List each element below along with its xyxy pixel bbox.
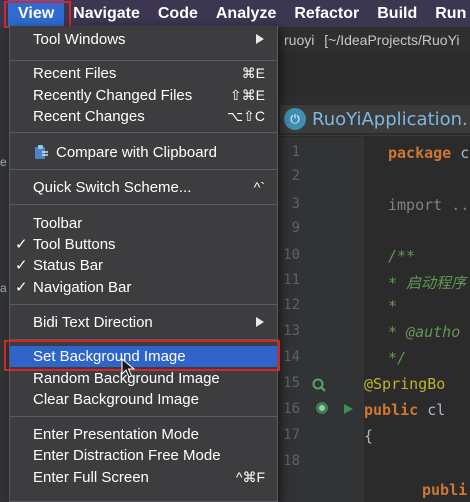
menu-item-bidi-text-direction[interactable]: Bidi Text Direction: [10, 312, 277, 333]
clipboard-compare-icon: [35, 145, 48, 159]
menu-run[interactable]: Run: [426, 0, 470, 27]
line-number: 12: [283, 297, 300, 313]
menu-item-navigation-bar[interactable]: ✓ Navigation Bar: [10, 277, 277, 298]
editor-tab[interactable]: ⏻ RuoYiApplication.: [280, 105, 470, 133]
menu-item-enter-full-screen[interactable]: Enter Full Screen ^⌘F: [10, 467, 277, 488]
menu-item-tool-windows[interactable]: Tool Windows: [10, 29, 277, 50]
line-number: 15: [283, 375, 300, 391]
shortcut-label: ⇧⌘E: [229, 87, 265, 103]
mouse-pointer-icon: [121, 358, 135, 378]
menu-code[interactable]: Code: [149, 0, 207, 27]
menu-item-quick-switch-scheme[interactable]: Quick Switch Scheme... ^`: [10, 177, 277, 198]
menu-separator: [10, 416, 277, 417]
code-area[interactable]: package c import ... /** * 启动程序 * * @aut…: [364, 137, 470, 502]
submenu-arrow-icon: [256, 34, 264, 44]
code-line: * @autho: [388, 323, 461, 341]
menu-item-tool-buttons[interactable]: ✓ Tool Buttons: [10, 234, 277, 255]
code-line: import ...: [388, 196, 470, 214]
editor-tab-label: RuoYiApplication.: [312, 108, 468, 130]
project-path: [~/IdeaProjects/RuoYi: [324, 32, 460, 48]
submenu-arrow-icon: [256, 317, 264, 327]
code-line: publi: [422, 481, 468, 499]
line-number: 2: [291, 168, 300, 184]
left-panel-fragment: a: [0, 281, 7, 295]
menu-separator: [10, 169, 277, 170]
line-number: 9: [291, 220, 300, 236]
line-number: 14: [283, 349, 300, 365]
code-line: */: [388, 349, 407, 367]
editor-gutter: 1 2 3 9 10 11 12 13 14 15 16 17 18: [276, 137, 388, 502]
menu-item-random-background-image[interactable]: Random Background Image: [10, 368, 277, 389]
menu-bar: View Navigate Code Analyze Refactor Buil…: [0, 0, 470, 27]
spring-class-icon: ⏻: [284, 108, 306, 130]
line-number: 11: [283, 272, 300, 288]
spring-run-icon[interactable]: [314, 399, 332, 417]
view-menu-dropdown: Tool Windows Recent Files ⌘E Recently Ch…: [9, 26, 278, 502]
menu-item-compare-with-clipboard[interactable]: Compare with Clipboard: [10, 142, 277, 163]
menu-item-recently-changed-files[interactable]: Recently Changed Files ⇧⌘E: [10, 85, 277, 106]
line-number: 3: [291, 196, 300, 212]
code-line: @SpringBo: [364, 375, 446, 393]
code-line: package c: [388, 144, 470, 162]
shortcut-label: ⌥⇧C: [227, 108, 265, 124]
menu-item-set-background-image[interactable]: Set Background Image: [10, 346, 277, 367]
menu-separator: [10, 132, 277, 133]
line-number: 10: [283, 247, 300, 263]
project-name[interactable]: ruoyi: [284, 32, 314, 48]
menu-item-status-bar[interactable]: ✓ Status Bar: [10, 255, 277, 276]
menu-separator: [10, 204, 277, 205]
left-panel-fragment: e: [0, 155, 7, 169]
menu-item-recent-changes[interactable]: Recent Changes ⌥⇧C: [10, 106, 277, 127]
menu-item-recent-files[interactable]: Recent Files ⌘E: [10, 63, 277, 84]
menu-analyze[interactable]: Analyze: [207, 0, 285, 27]
line-number: 18: [283, 453, 300, 469]
editor-tab-bar: ⏻ RuoYiApplication.: [250, 96, 470, 136]
shortcut-label: ^`: [253, 179, 265, 195]
shortcut-label: ^⌘F: [235, 469, 265, 485]
checkmark-icon: ✓: [15, 279, 28, 296]
menu-item-enter-distraction-free-mode[interactable]: Enter Distraction Free Mode: [10, 445, 277, 466]
checkmark-icon: ✓: [15, 236, 28, 253]
checkmark-icon: ✓: [15, 257, 28, 274]
menu-item-clear-background-image[interactable]: Clear Background Image: [10, 389, 277, 410]
menu-view[interactable]: View: [8, 0, 65, 27]
code-line: public cl: [364, 401, 446, 419]
code-line: /**: [388, 247, 416, 265]
line-number: 13: [283, 323, 300, 339]
code-line: *: [388, 297, 398, 315]
menu-navigate[interactable]: Navigate: [64, 0, 149, 27]
menu-separator: [10, 60, 277, 61]
line-number: 1: [291, 144, 300, 160]
spring-bean-icon[interactable]: [312, 378, 326, 392]
line-number: 17: [283, 427, 300, 443]
line-number: 16: [283, 401, 300, 417]
menu-separator: [10, 339, 277, 340]
code-line: * 启动程序: [388, 274, 467, 292]
menu-build[interactable]: Build: [368, 0, 426, 27]
shortcut-label: ⌘E: [241, 65, 265, 81]
menu-refactor[interactable]: Refactor: [285, 0, 368, 27]
run-arrow-icon[interactable]: [342, 403, 354, 415]
menu-separator: [10, 304, 277, 305]
navigation-bar: ruoyi [~/IdeaProjects/RuoYi: [250, 27, 470, 53]
code-line: {: [364, 427, 374, 445]
menu-item-enter-presentation-mode[interactable]: Enter Presentation Mode: [10, 424, 277, 445]
menu-item-toolbar[interactable]: Toolbar: [10, 213, 277, 234]
